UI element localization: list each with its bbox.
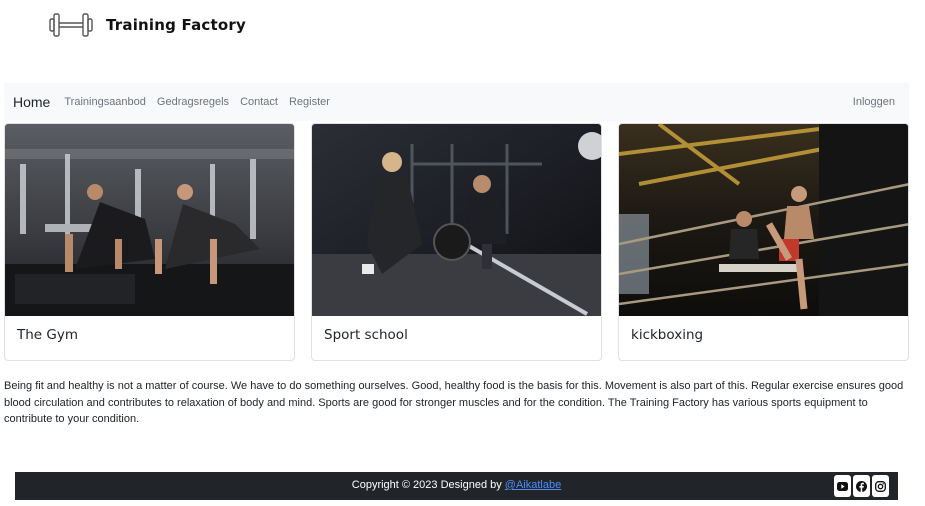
footer-copyright: Copyright © 2023 Designed by @Aikatlabe (15, 479, 898, 491)
dumbbell-icon (48, 11, 94, 39)
brand-name: Training Factory (106, 16, 246, 34)
copyright-text: Copyright © 2023 Designed by (351, 479, 505, 491)
nav-link-gedragsregels[interactable]: Gedragsregels (157, 96, 229, 108)
author-link[interactable]: @Aikatlabe (505, 479, 561, 491)
facebook-icon[interactable] (853, 475, 870, 497)
nav-link-trainingsaanbod[interactable]: Trainingsaanbod (64, 96, 146, 108)
card-title: Sport school (324, 327, 408, 343)
brand[interactable]: Training Factory (48, 11, 246, 39)
card-title: kickboxing (631, 327, 704, 343)
nav-link-contact[interactable]: Contact (240, 96, 278, 108)
navbar: Home Trainingsaanbod Gedragsregels Conta… (4, 83, 909, 121)
card-sport-school[interactable]: Sport school (311, 123, 602, 361)
boxing-ring-kick-photo (619, 124, 908, 316)
instagram-icon[interactable] (872, 475, 889, 497)
barbell-training-photo (312, 124, 601, 316)
footer: Copyright © 2023 Designed by @Aikatlabe (15, 472, 898, 500)
card-the-gym[interactable]: The Gym (4, 123, 295, 361)
card-kickboxing[interactable]: kickboxing (618, 123, 909, 361)
social-links (834, 475, 889, 497)
nav-link-register[interactable]: Register (289, 96, 330, 108)
nav-home-link[interactable]: Home (13, 94, 50, 110)
nav-login-link[interactable]: Inloggen (853, 96, 895, 108)
card-title: The Gym (17, 327, 79, 343)
intro-paragraph: Being fit and healthy is not a matter of… (4, 380, 904, 426)
youtube-icon[interactable] (834, 475, 851, 497)
gym-pushup-photo (5, 124, 294, 316)
